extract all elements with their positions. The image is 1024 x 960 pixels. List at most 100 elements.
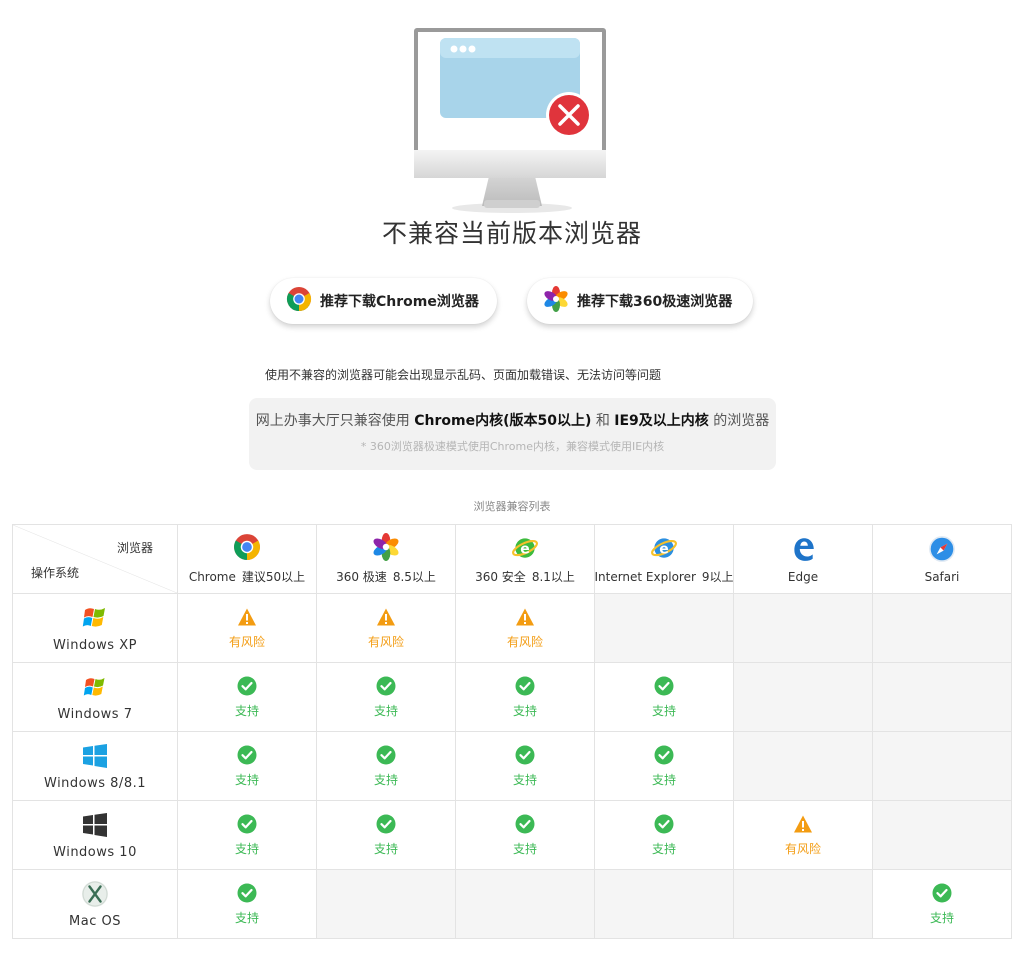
browser-name: Chrome 建议50以上 [189,568,305,585]
status-label: 支持 [373,841,398,856]
os-cell: Windows 10 [12,800,178,870]
risk-cell: 有风险 [733,800,873,870]
download-chrome-button[interactable]: 推荐下载Chrome浏览器 [270,278,497,324]
status-label: 支持 [234,910,259,925]
chrome-icon [286,286,312,316]
browser-name: Internet Explorer 9以上 [594,568,733,585]
browser-name-text: Chrome [188,570,236,584]
browser-name-text: Edge [787,569,819,584]
info-ie-kernel: IE9及以上内核 [614,413,709,429]
unsupported-cell [733,869,873,939]
table-row: Windows 10 支持 支持 支持 支持 有风险 [12,800,1012,870]
supported-cell: 支持 [594,800,734,870]
os-name: Windows 10 [53,844,137,860]
status-label: 支持 [234,841,259,856]
info-footnote: * 360浏览器极速模式使用Chrome内核，兼容模式使用IE内核 [360,440,665,453]
table-row: Windows 8/8.1 支持 支持 支持 支持 [12,731,1012,801]
windows-7-icon [81,673,109,707]
os-name: Windows 7 [57,706,133,722]
ie-icon: e [650,533,678,568]
status-label: 有风险 [228,634,265,649]
os-name: Windows 8/8.1 [44,775,146,791]
browser-compatibility-table: 浏览器 操作系统 Chrome 建议50以上 360 极速 8.5以上 e 36… [12,524,1012,939]
browser-version: 建议50以上 [241,570,306,584]
corner-browser-label: 浏览器 [116,541,153,555]
os-cell: Mac OS [12,869,178,939]
unsupported-cell [872,731,1012,801]
status-label: 支持 [373,703,398,718]
status-label: 有风险 [506,634,543,649]
check-circle-icon [237,814,257,840]
os-cell: Windows XP [12,593,178,663]
unsupported-cell [594,593,734,663]
table-caption: 浏览器兼容列表 [473,500,551,513]
browser-header-ie: e Internet Explorer 9以上 [594,524,734,594]
download-360-label: 推荐下载360极速浏览器 [577,294,733,310]
browser-header-safari: Safari [872,524,1012,594]
status-label: 支持 [512,703,537,718]
360-speed-icon [543,286,569,316]
table-corner-cell: 浏览器 操作系统 [12,524,178,594]
os-cell: Windows 8/8.1 [12,731,178,801]
browser-version: 9以上 [701,570,734,584]
check-circle-icon [237,745,257,771]
supported-cell: 支持 [872,869,1012,939]
browser-header-chrome: Chrome 建议50以上 [177,524,317,594]
supported-cell: 支持 [177,869,317,939]
os-cell: Windows 7 [12,662,178,732]
unsupported-cell [872,800,1012,870]
browser-header-edge: Edge [733,524,873,594]
table-row: Mac OS 支持 支持 [12,869,1012,939]
browser-name: 360 极速 8.5以上 [336,568,436,585]
status-label: 支持 [234,772,259,787]
360-speed-icon [372,533,400,568]
unsupported-cell [316,869,456,939]
browser-header-360-speed: 360 极速 8.5以上 [316,524,456,594]
risk-cell: 有风险 [316,593,456,663]
check-circle-icon [515,745,535,771]
status-label: 支持 [651,841,676,856]
supported-cell: 支持 [177,662,317,732]
supported-cell: 支持 [316,731,456,801]
browser-header-360-safe: e 360 安全 8.1以上 [455,524,595,594]
browser-name: 360 安全 8.1以上 [475,568,575,585]
unsupported-cell [872,593,1012,663]
status-label: 有风险 [367,634,404,649]
risk-cell: 有风险 [177,593,317,663]
supported-cell: 支持 [316,800,456,870]
unsupported-cell [733,662,873,732]
browser-name: Edge [788,570,818,584]
check-circle-icon [237,676,257,702]
table-body: Windows XP 有风险 有风险 有风险 Windows 7 支持 支持 支持 支持 Wind… [12,593,1012,939]
info-chrome-kernel: Chrome内核(版本50以上) [414,413,592,429]
status-label: 支持 [651,772,676,787]
windows-8-icon [81,742,109,776]
browser-name: Safari [925,570,960,584]
browser-name-text: Safari [924,569,960,584]
status-label: 支持 [651,703,676,718]
supported-cell: 支持 [455,731,595,801]
warning-icon [515,607,535,633]
supported-cell: 支持 [316,662,456,732]
unsupported-cell [733,593,873,663]
check-circle-icon [654,745,674,771]
safari-icon [928,535,956,570]
os-name: Mac OS [69,913,121,929]
svg-text:e: e [659,541,669,557]
svg-text:e: e [520,541,530,557]
edge-icon [789,535,817,570]
check-circle-icon [376,745,396,771]
browser-name-text: Internet Explorer [594,570,696,584]
browser-version: 8.5以上 [392,570,436,584]
status-label: 支持 [373,772,398,787]
supported-cell: 支持 [177,800,317,870]
check-circle-icon [654,814,674,840]
download-360-button[interactable]: 推荐下载360极速浏览器 [527,278,753,324]
browser-version: 8.1以上 [531,570,575,584]
browser-name-text: 360 安全 [475,570,526,584]
table-row: Windows XP 有风险 有风险 有风险 [12,593,1012,663]
compatibility-info-box: 网上办事大厅只兼容使用 Chrome内核(版本50以上) 和 IE9及以上内核 … [249,398,776,470]
browser-name-text: 360 极速 [336,570,387,584]
check-circle-icon [515,814,535,840]
unsupported-cell [455,869,595,939]
